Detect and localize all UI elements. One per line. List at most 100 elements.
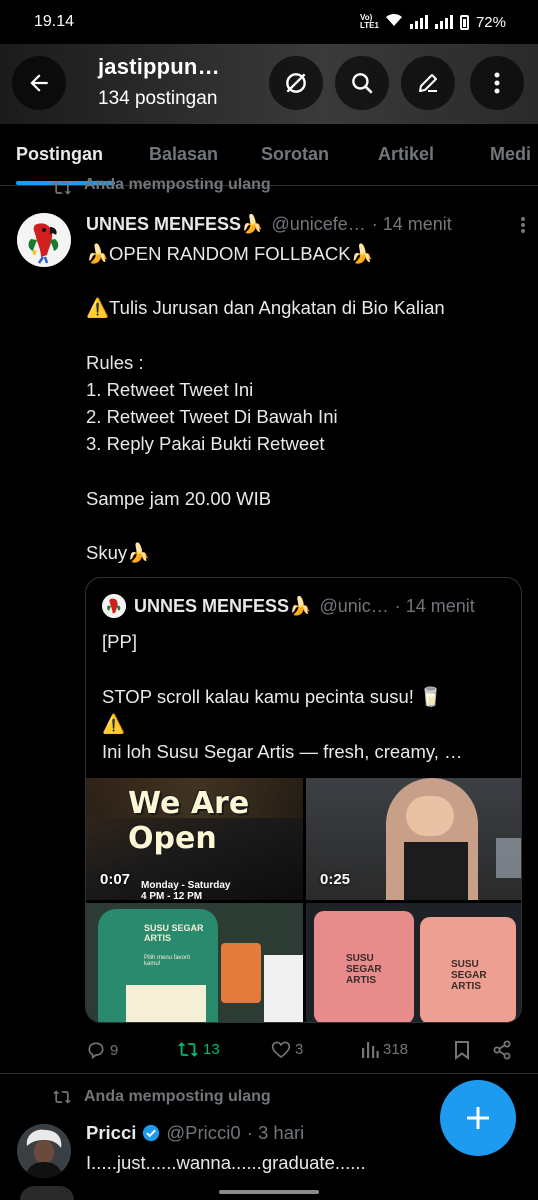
post-text: I.....just......wanna......graduate.....… [86, 1152, 366, 1173]
profile-header: jastippun… 134 postingan [0, 44, 538, 124]
avatar[interactable] [17, 1124, 71, 1178]
media-image-1[interactable]: SUSU SEGAR ARTIS Pilih menu favorit kamu… [86, 903, 303, 1022]
heart-icon [271, 1041, 291, 1059]
display-name[interactable]: Pricci [86, 1122, 136, 1144]
battery-percent: 72% [475, 13, 506, 31]
post-header: UNNES MENFESS🍌 @unicefe… · 14 menit [86, 214, 526, 235]
repost-icon [52, 1090, 72, 1104]
media-image-2[interactable]: SUSU SEGAR ARTIS SUSU SEGAR ARTIS [306, 903, 521, 1022]
quoted-timestamp: · 14 menit [394, 595, 475, 616]
share-icon [493, 1040, 511, 1060]
quoted-handle: @unic… [319, 595, 389, 616]
text-line: Rules : [86, 351, 144, 373]
bookmark-button[interactable] [454, 1040, 470, 1060]
menu-title: Pilih menu favorit kamu! [144, 955, 191, 967]
post-count: 134 postingan [98, 88, 218, 109]
hours-text: Monday - Saturday 4 PM - 12 PM [141, 880, 230, 900]
post-more-button[interactable] [520, 216, 526, 239]
profile-title: jastippun… [98, 54, 220, 79]
like-count: 3 [295, 1041, 304, 1058]
wifi-icon [385, 13, 403, 31]
next-avatar [20, 1186, 74, 1200]
handle[interactable]: @Pricci0 [166, 1122, 240, 1144]
media-video-1[interactable]: We Are Open Monday - Saturday 4 PM - 12 P… [86, 778, 303, 900]
back-button[interactable] [12, 56, 66, 110]
text-line: STOP scroll kalau kamu pecinta susu! 🥛 [102, 685, 443, 707]
text-line: ⚠️ [102, 713, 126, 735]
display-name[interactable]: UNNES MENFESS🍌 [86, 214, 263, 235]
text-line: Skuy🍌 [86, 542, 151, 564]
post-divider [0, 1073, 538, 1074]
edit-button[interactable] [401, 56, 455, 110]
tab-postingan[interactable]: Postingan [16, 144, 103, 165]
text-line [86, 267, 516, 294]
post-text: 🍌OPEN RANDOM FOLLBACK🍌 ⚠️Tulis Jurusan d… [86, 240, 516, 566]
search-icon [352, 73, 373, 94]
slash-circle-icon [286, 73, 306, 93]
quoted-display-name: UNNES MENFESS🍌 [134, 595, 312, 616]
more-vertical-icon [494, 72, 500, 94]
like-button[interactable]: 3 [271, 1040, 303, 1059]
tab-balasan[interactable]: Balasan [149, 144, 218, 165]
qr-code-card [264, 955, 303, 1022]
tab-artikel[interactable]: Artikel [378, 144, 434, 165]
text-line: 🍌OPEN RANDOM FOLLBACK🍌 [86, 243, 374, 264]
battery-icon [459, 14, 469, 30]
avatar[interactable] [17, 213, 71, 267]
verified-badge-icon [142, 1124, 160, 1142]
tab-media[interactable]: Medi [490, 144, 531, 165]
signal-icon-2 [434, 15, 453, 29]
text-line [86, 322, 516, 349]
handle[interactable]: @unicefe… [271, 214, 365, 235]
video-duration: 0:07 [100, 871, 131, 888]
reply-count: 9 [110, 1041, 119, 1059]
menu-brand: SUSU SEGAR ARTIS [144, 923, 204, 943]
signal-icon [409, 15, 428, 29]
media-grid: We Are Open Monday - Saturday 4 PM - 12 P… [86, 778, 521, 1022]
profile-photo-icon [17, 1124, 71, 1178]
text-line: Sampe jam 20.00 WIB [86, 487, 272, 509]
repost-label: Anda memposting ulang [84, 178, 271, 193]
reply-button[interactable]: 9 [86, 1040, 118, 1060]
text-line: ⚠️Tulis Jurusan dan Angkatan di Bio Kali… [86, 297, 445, 319]
quoted-post-text: [PP] STOP scroll kalau kamu pecinta susu… [102, 628, 512, 765]
text-line: 3. Reply Pakai Bukti Retweet [86, 433, 325, 455]
media-video-2[interactable]: 0:25 [306, 778, 521, 900]
person-face-shape [406, 796, 454, 836]
home-gesture-bar [219, 1190, 319, 1194]
views-button[interactable]: 318 [361, 1040, 408, 1058]
pencil-icon [419, 74, 437, 92]
more-options-button[interactable] [470, 56, 524, 110]
repost-icon [177, 1042, 199, 1057]
text-line: 1. Retweet Tweet Ini [86, 378, 254, 400]
pouch-brand-1: SUSU SEGAR ARTIS [346, 953, 382, 986]
text-line: [PP] [102, 631, 137, 652]
volte-indicator: Vo) LTE1 [359, 13, 379, 30]
quoted-post[interactable]: UNNES MENFESS🍌 @unic… · 14 menit [PP] ST… [85, 577, 522, 1023]
bar-chart-icon [362, 1042, 379, 1058]
repost-button[interactable]: 13 [177, 1040, 220, 1059]
post-actions: 9 13 3 318 [86, 1036, 516, 1064]
video-duration: 0:25 [320, 871, 351, 888]
text-line [102, 655, 512, 682]
repost-count: 13 [203, 1041, 220, 1058]
timestamp[interactable]: · 3 hari [247, 1122, 305, 1144]
blender-shape [496, 838, 521, 878]
parrot-logo-icon [102, 594, 126, 618]
search-button[interactable] [335, 56, 389, 110]
timestamp[interactable]: · 14 menit [372, 214, 452, 235]
share-button[interactable] [492, 1040, 512, 1060]
repost-icon [52, 181, 72, 195]
text-line: Ini loh Susu Segar Artis — fresh, creamy… [102, 740, 463, 762]
repost-indicator: Anda memposting ulang [52, 1088, 271, 1106]
view-count: 318 [383, 1040, 409, 1058]
profile-tabs: Postingan Balasan Sorotan Artikel Medi [0, 124, 538, 186]
mute-button[interactable] [269, 56, 323, 110]
clock: 19.14 [34, 13, 75, 30]
tab-sorotan[interactable]: Sorotan [261, 144, 329, 165]
post-header: Pricci @Pricci0 · 3 hari [86, 1122, 304, 1144]
menu-price-list [126, 985, 206, 1022]
compose-button[interactable] [440, 1080, 516, 1156]
parrot-logo-icon [17, 213, 71, 267]
apron-shape [404, 842, 468, 900]
